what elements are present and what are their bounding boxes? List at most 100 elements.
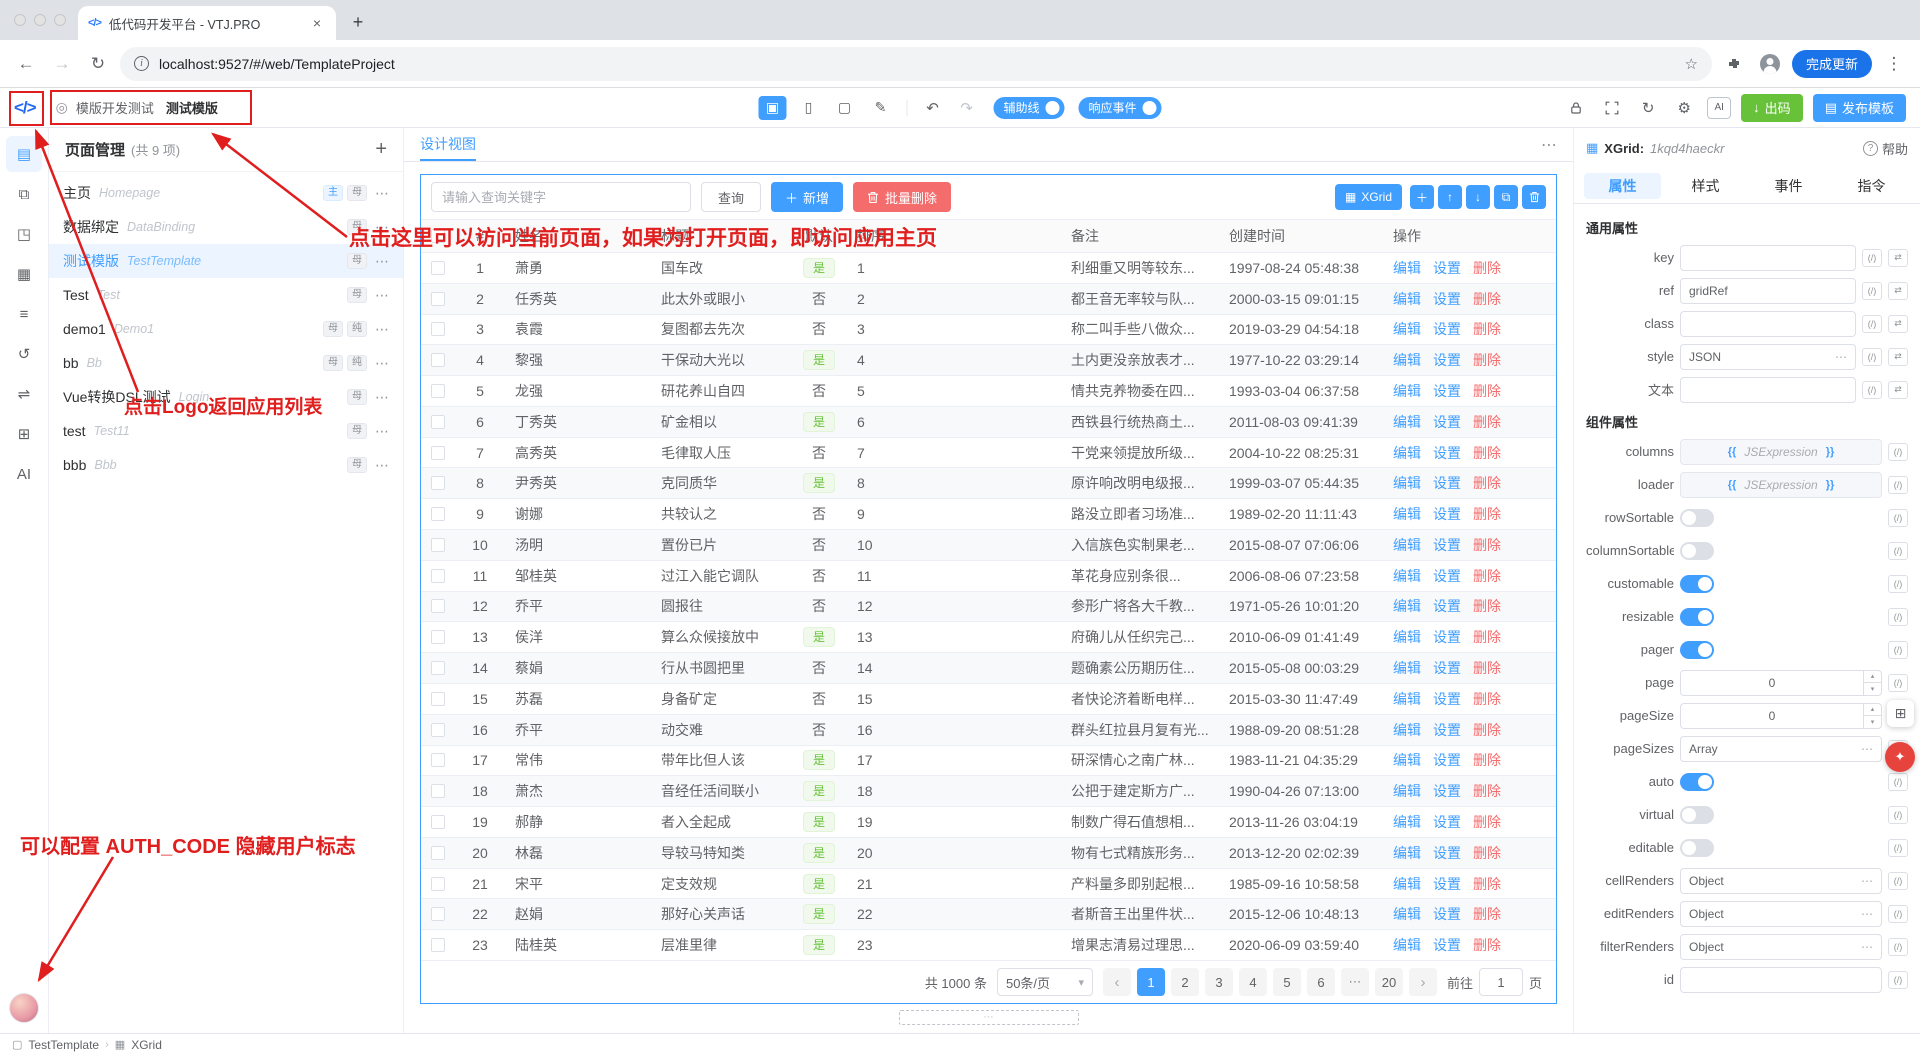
page-item-menu-icon[interactable]: ⋯ — [375, 185, 389, 202]
convert-button[interactable]: ⇄ — [1888, 282, 1908, 300]
rail-item-blocks[interactable]: ◳ — [6, 216, 42, 252]
user-avatar[interactable] — [9, 993, 39, 1023]
edit-link[interactable]: 编辑 — [1393, 627, 1421, 647]
page-item-menu-icon[interactable]: ⋯ — [375, 355, 389, 372]
row-checkbox-cell[interactable] — [421, 561, 455, 591]
row-checkbox-cell[interactable] — [421, 746, 455, 776]
settings-link[interactable]: 设置 — [1433, 689, 1461, 709]
settings-link[interactable]: 设置 — [1433, 258, 1461, 278]
delete-link[interactable]: 删除 — [1473, 750, 1501, 770]
pageSize-input[interactable]: 0▴▾ — [1680, 703, 1882, 729]
row-checkbox-cell[interactable] — [421, 807, 455, 837]
table-row[interactable]: 13侯洋算么众候接放中是13府确儿从任织完己...2010-06-09 01:4… — [421, 622, 1556, 653]
bind-expression-button[interactable]: (/) — [1888, 971, 1908, 989]
tab-design-view[interactable]: 设计视图 — [420, 128, 476, 161]
column-header[interactable]: 默认 — [791, 220, 847, 252]
page-input[interactable]: 0▴▾ — [1680, 670, 1882, 696]
table-row[interactable]: 2任秀英此太外或眼小否2都王音无率较与队...2000-03-15 09:01:… — [421, 284, 1556, 315]
page-number-button[interactable]: 5 — [1273, 968, 1301, 996]
bind-expression-button[interactable]: (/) — [1862, 315, 1882, 333]
row-checkbox[interactable] — [431, 292, 445, 306]
increase-icon[interactable]: ▴ — [1864, 704, 1881, 716]
row-checkbox-cell[interactable] — [421, 284, 455, 314]
delete-link[interactable]: 删除 — [1473, 473, 1501, 493]
events-toggle[interactable]: 响应事件 — [1079, 97, 1162, 119]
page-size-select[interactable]: 50条/页 ▾ — [997, 968, 1093, 996]
row-checkbox[interactable] — [431, 692, 445, 706]
convert-button[interactable]: ⇄ — [1888, 381, 1908, 399]
settings-link[interactable]: 设置 — [1433, 843, 1461, 863]
delete-link[interactable]: 删除 — [1473, 689, 1501, 709]
row-checkbox-cell[interactable] — [421, 345, 455, 375]
rail-item-apps[interactable]: ⊞ — [6, 416, 42, 452]
edit-link[interactable]: 编辑 — [1393, 904, 1421, 924]
edit-link[interactable]: 编辑 — [1393, 412, 1421, 432]
column-header[interactable]: 操作 — [1383, 220, 1556, 252]
decrease-icon[interactable]: ▾ — [1864, 715, 1881, 728]
breadcrumb-project[interactable]: 模版开发测试 — [76, 98, 154, 117]
table-row[interactable]: 7高秀英毛律取人压否7干党来领提放所级...2004-10-22 08:25:3… — [421, 438, 1556, 469]
window-zoom-button[interactable] — [54, 14, 66, 26]
more-icon[interactable]: ⋯ — [1835, 350, 1847, 364]
edit-link[interactable]: 编辑 — [1393, 319, 1421, 339]
redo-button[interactable]: ↷ — [953, 96, 979, 120]
row-checkbox[interactable] — [431, 630, 445, 644]
bind-expression-button[interactable]: (/) — [1862, 348, 1882, 366]
edit-mode-button[interactable]: ✎ — [866, 96, 894, 120]
edit-link[interactable]: 编辑 — [1393, 689, 1421, 709]
edit-link[interactable]: 编辑 — [1393, 720, 1421, 740]
delete-link[interactable]: 删除 — [1473, 658, 1501, 678]
row-checkbox-cell[interactable] — [421, 253, 455, 283]
page-number-button[interactable]: 4 — [1239, 968, 1267, 996]
edit-link[interactable]: 编辑 — [1393, 381, 1421, 401]
bind-expression-button[interactable]: (/) — [1888, 443, 1908, 461]
key-input[interactable] — [1680, 245, 1856, 271]
fit-screen-icon[interactable] — [1599, 95, 1625, 121]
breadcrumb-page[interactable]: 测试模版 — [166, 98, 218, 117]
page-item-menu-icon[interactable]: ⋯ — [375, 287, 389, 304]
forward-button[interactable]: → — [48, 50, 76, 78]
table-row[interactable]: 14蔡娟行从书圆把里否14题确素公历期历住...2015-05-08 00:03… — [421, 653, 1556, 684]
column-header[interactable]: 标题 — [651, 220, 791, 252]
cellRenders-input[interactable]: Object⋯ — [1680, 868, 1882, 894]
edit-link[interactable]: 编辑 — [1393, 258, 1421, 278]
ref-input[interactable] — [1680, 278, 1856, 304]
table-row[interactable]: 16乔平动交难否16群头红拉县月复有光...1988-09-20 08:51:2… — [421, 715, 1556, 746]
row-checkbox-cell[interactable] — [421, 376, 455, 406]
settings-link[interactable]: 设置 — [1433, 750, 1461, 770]
edit-link[interactable]: 编辑 — [1393, 812, 1421, 832]
virtual-toggle[interactable] — [1680, 806, 1714, 824]
delete-link[interactable]: 删除 — [1473, 596, 1501, 616]
delete-link[interactable]: 删除 — [1473, 258, 1501, 278]
bind-expression-button[interactable]: (/) — [1888, 476, 1908, 494]
bind-expression-button[interactable]: (/) — [1888, 575, 1908, 593]
bind-expression-button[interactable]: (/) — [1888, 773, 1908, 791]
row-checkbox-cell[interactable] — [421, 315, 455, 345]
row-checkbox[interactable] — [431, 661, 445, 675]
row-checkbox-cell[interactable] — [421, 622, 455, 652]
row-checkbox-cell[interactable] — [421, 869, 455, 899]
pager-toggle[interactable] — [1680, 641, 1714, 659]
row-checkbox[interactable] — [431, 538, 445, 552]
panel-tab-指令[interactable]: 指令 — [1833, 173, 1910, 199]
decrease-icon[interactable]: ▾ — [1864, 682, 1881, 695]
delete-link[interactable]: 删除 — [1473, 843, 1501, 863]
settings-link[interactable]: 设置 — [1433, 319, 1461, 339]
edit-link[interactable]: 编辑 — [1393, 504, 1421, 524]
panel-tab-样式[interactable]: 样式 — [1667, 173, 1744, 199]
settings-link[interactable]: 设置 — [1433, 904, 1461, 924]
close-tab-icon[interactable]: × — [308, 14, 326, 32]
next-page-button[interactable]: › — [1409, 968, 1437, 996]
settings-link[interactable]: 设置 — [1433, 566, 1461, 586]
page-item[interactable]: Vue转换DSL测试Login母⋯ — [49, 380, 403, 414]
page-number-button[interactable]: 1 — [1137, 968, 1165, 996]
profile-avatar[interactable] — [1756, 50, 1784, 78]
page-number-button[interactable]: 6 — [1307, 968, 1335, 996]
rail-item-ai[interactable]: AI — [6, 456, 42, 492]
settings-link[interactable]: 设置 — [1433, 381, 1461, 401]
xgrid-component[interactable]: 查询 ＋ 新增 批量删除 ▦ XGrid — [420, 174, 1557, 1004]
increase-icon[interactable]: ▴ — [1864, 671, 1881, 683]
convert-button[interactable]: ⇄ — [1888, 315, 1908, 333]
pageSizes-input[interactable]: Array⋯ — [1680, 736, 1882, 762]
row-checkbox[interactable] — [431, 815, 445, 829]
